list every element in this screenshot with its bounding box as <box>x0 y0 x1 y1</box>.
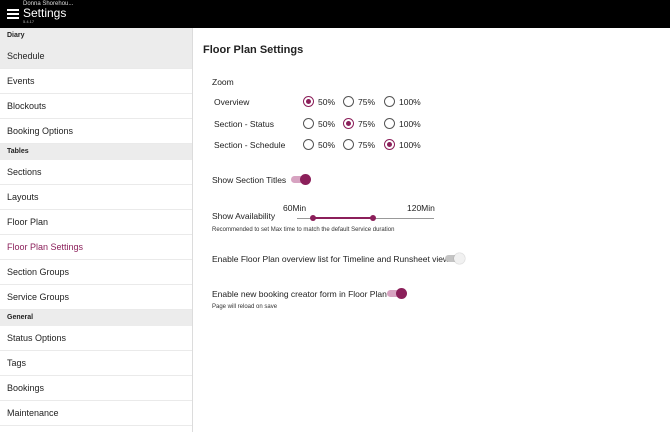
sidebar: Diary Schedule Events Blockouts Booking … <box>0 28 193 432</box>
settings-panel: Floor Plan Settings Zoom Overview 50% 75… <box>194 28 670 432</box>
hamburger-menu-icon[interactable] <box>7 9 19 19</box>
availability-max-thumb[interactable] <box>370 215 376 221</box>
availability-min-thumb[interactable] <box>310 215 316 221</box>
sidebar-item-blockouts[interactable]: Blockouts <box>0 94 192 119</box>
show-availability-label: Show Availability <box>212 211 276 221</box>
toggle-knob <box>300 174 311 185</box>
toggle-knob <box>454 253 465 264</box>
overview-list-toggle[interactable] <box>445 253 465 264</box>
availability-hint: Recommended to set Max time to match the… <box>212 227 395 233</box>
zoom-row-label: Section - Schedule <box>214 140 286 150</box>
sidebar-item-maintenance[interactable]: Maintenance <box>0 401 192 426</box>
sidebar-item-service-groups[interactable]: Service Groups <box>0 285 192 310</box>
sidebar-item-floor-plan-settings[interactable]: Floor Plan Settings <box>0 235 192 260</box>
radio-label: 75% <box>358 119 376 129</box>
sidebar-item-events[interactable]: Events <box>0 69 192 94</box>
radio-label: 50% <box>318 119 336 129</box>
app-header: Donna Shorehou... Settings 5.4.17 <box>0 0 670 28</box>
zoom-label: Zoom <box>212 77 234 87</box>
radio-label: 100% <box>399 119 421 129</box>
show-section-titles-toggle[interactable] <box>291 174 311 185</box>
page-title: Floor Plan Settings <box>203 44 304 56</box>
sidebar-section-tables: Tables <box>0 144 192 160</box>
toggle-knob <box>396 288 407 299</box>
radio-label: 75% <box>358 97 376 107</box>
show-section-titles-label: Show Section Titles <box>212 175 287 185</box>
radio-label: 100% <box>399 140 421 150</box>
zoom-status-100-radio[interactable] <box>384 118 395 129</box>
sidebar-section-diary: Diary <box>0 28 192 44</box>
sidebar-item-bookings[interactable]: Bookings <box>0 376 192 401</box>
sidebar-section-general: General <box>0 310 192 326</box>
zoom-row-label: Overview <box>214 97 250 107</box>
zoom-schedule-100-radio[interactable] <box>384 139 395 150</box>
zoom-overview-75-radio[interactable] <box>343 96 354 107</box>
sidebar-item-tags[interactable]: Tags <box>0 351 192 376</box>
overview-list-label: Enable Floor Plan overview list for Time… <box>212 254 450 264</box>
sidebar-item-layouts[interactable]: Layouts <box>0 185 192 210</box>
zoom-row-label: Section - Status <box>214 119 275 129</box>
booking-creator-hint: Page will reload on save <box>212 304 278 310</box>
radio-label: 50% <box>318 140 336 150</box>
app-version: 5.4.17 <box>23 19 35 24</box>
sidebar-item-schedule[interactable]: Schedule <box>0 44 192 69</box>
zoom-overview-50-radio[interactable] <box>303 96 314 107</box>
sidebar-item-floor-plan[interactable]: Floor Plan <box>0 210 192 235</box>
sidebar-item-status-options[interactable]: Status Options <box>0 326 192 351</box>
zoom-schedule-50-radio[interactable] <box>303 139 314 150</box>
sidebar-item-section-groups[interactable]: Section Groups <box>0 260 192 285</box>
availability-max-label: 120Min <box>407 203 435 213</box>
availability-slider-range <box>313 217 373 219</box>
app-title: Settings <box>23 6 67 20</box>
zoom-status-75-radio[interactable] <box>343 118 354 129</box>
availability-min-label: 60Min <box>283 203 307 213</box>
radio-label: 50% <box>318 97 336 107</box>
sidebar-item-booking-options[interactable]: Booking Options <box>0 119 192 144</box>
zoom-overview-100-radio[interactable] <box>384 96 395 107</box>
booking-creator-toggle[interactable] <box>387 288 407 299</box>
radio-label: 100% <box>399 97 421 107</box>
sidebar-item-sections[interactable]: Sections <box>0 160 192 185</box>
radio-label: 75% <box>358 140 376 150</box>
booking-creator-label: Enable new booking creator form in Floor… <box>212 289 387 299</box>
zoom-status-50-radio[interactable] <box>303 118 314 129</box>
zoom-schedule-75-radio[interactable] <box>343 139 354 150</box>
